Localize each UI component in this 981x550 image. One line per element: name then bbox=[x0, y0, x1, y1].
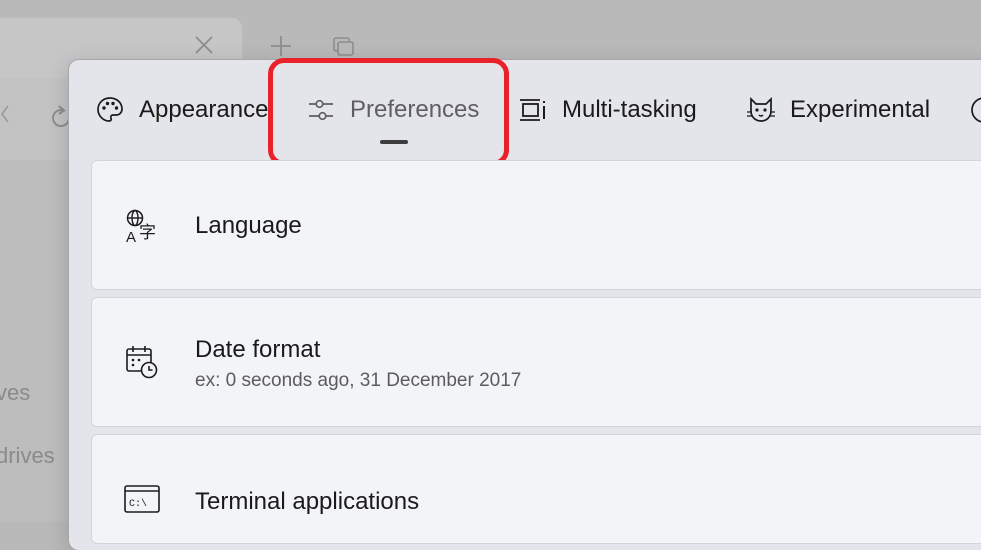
duplicate-tab-icon bbox=[333, 37, 354, 56]
cat-icon bbox=[747, 96, 775, 122]
language-icon: A 字 bbox=[126, 209, 156, 244]
setting-card-date-format[interactable]: Date format ex: 0 seconds ago, 31 Decemb… bbox=[91, 297, 981, 427]
terminal-icon: C:\ bbox=[124, 485, 160, 513]
card-title: Terminal applications bbox=[195, 488, 420, 515]
svg-text:字: 字 bbox=[139, 223, 156, 243]
tab-appearance[interactable]: Appearance bbox=[95, 88, 268, 132]
tab-multi-tasking[interactable]: Multi-tasking bbox=[518, 88, 697, 132]
multitasking-icon bbox=[520, 99, 545, 121]
sidebar-fragment: drives bbox=[0, 443, 55, 468]
tab-label: Experimental bbox=[790, 96, 931, 123]
plus-icon bbox=[271, 36, 291, 56]
back-icon bbox=[1, 105, 9, 123]
card-title: Date format bbox=[195, 336, 321, 363]
tab-label: Preferences bbox=[350, 96, 480, 123]
info-icon bbox=[971, 97, 981, 123]
sliders-icon bbox=[309, 99, 333, 121]
tab-label: Multi-tasking bbox=[562, 96, 697, 123]
card-title: Language bbox=[195, 212, 302, 239]
palette-icon bbox=[97, 97, 123, 122]
svg-text:A: A bbox=[126, 229, 136, 244]
card-subtitle: ex: 0 seconds ago, 31 December 2017 bbox=[195, 370, 522, 391]
svg-text:C:\: C:\ bbox=[129, 498, 147, 510]
tab-preferences[interactable]: Preferences bbox=[306, 88, 479, 132]
selected-tab-indicator bbox=[380, 140, 408, 144]
settings-tab-bar: Appearance Preferences Multi-tasking Exp… bbox=[69, 60, 981, 160]
sidebar-fragment: ves bbox=[0, 380, 31, 405]
close-icon bbox=[195, 36, 213, 54]
tab-experimental[interactable]: Experimental bbox=[746, 88, 930, 132]
calendar-clock-icon bbox=[126, 346, 158, 379]
setting-card-terminal-applications[interactable]: C:\ Terminal applications bbox=[91, 434, 981, 544]
tab-about[interactable] bbox=[969, 88, 981, 132]
setting-card-language[interactable]: A 字 Language bbox=[91, 160, 981, 290]
tab-label: Appearance bbox=[139, 96, 269, 123]
